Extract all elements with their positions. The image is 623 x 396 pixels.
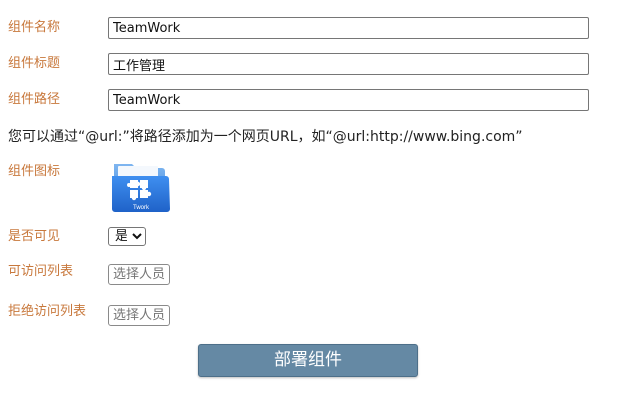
component-name-label: 组件名称: [8, 20, 61, 35]
allow-list-label: 可访问列表: [8, 264, 74, 279]
component-icon-label: 组件图标: [8, 164, 61, 179]
component-title-label: 组件标题: [8, 56, 61, 71]
component-name-input[interactable]: [108, 17, 589, 39]
component-title-input[interactable]: [108, 53, 589, 75]
deny-list-picker[interactable]: 选择人员: [108, 305, 170, 326]
path-hint-text: 您可以通过“@url:”将路径添加为一个网页URL，如“@url:http://…: [8, 129, 523, 145]
deploy-component-button[interactable]: 部署组件: [198, 344, 418, 377]
component-path-input[interactable]: [108, 89, 589, 111]
visible-label: 是否可见: [8, 229, 61, 244]
teamwork-puzzle-folder-icon[interactable]: Twork: [108, 158, 174, 216]
deny-list-label: 拒绝访问列表: [8, 304, 87, 319]
allow-list-picker[interactable]: 选择人员: [108, 264, 170, 285]
visible-select[interactable]: 是: [108, 227, 146, 246]
icon-caption: Twork: [133, 205, 150, 211]
component-path-label: 组件路径: [8, 92, 61, 107]
